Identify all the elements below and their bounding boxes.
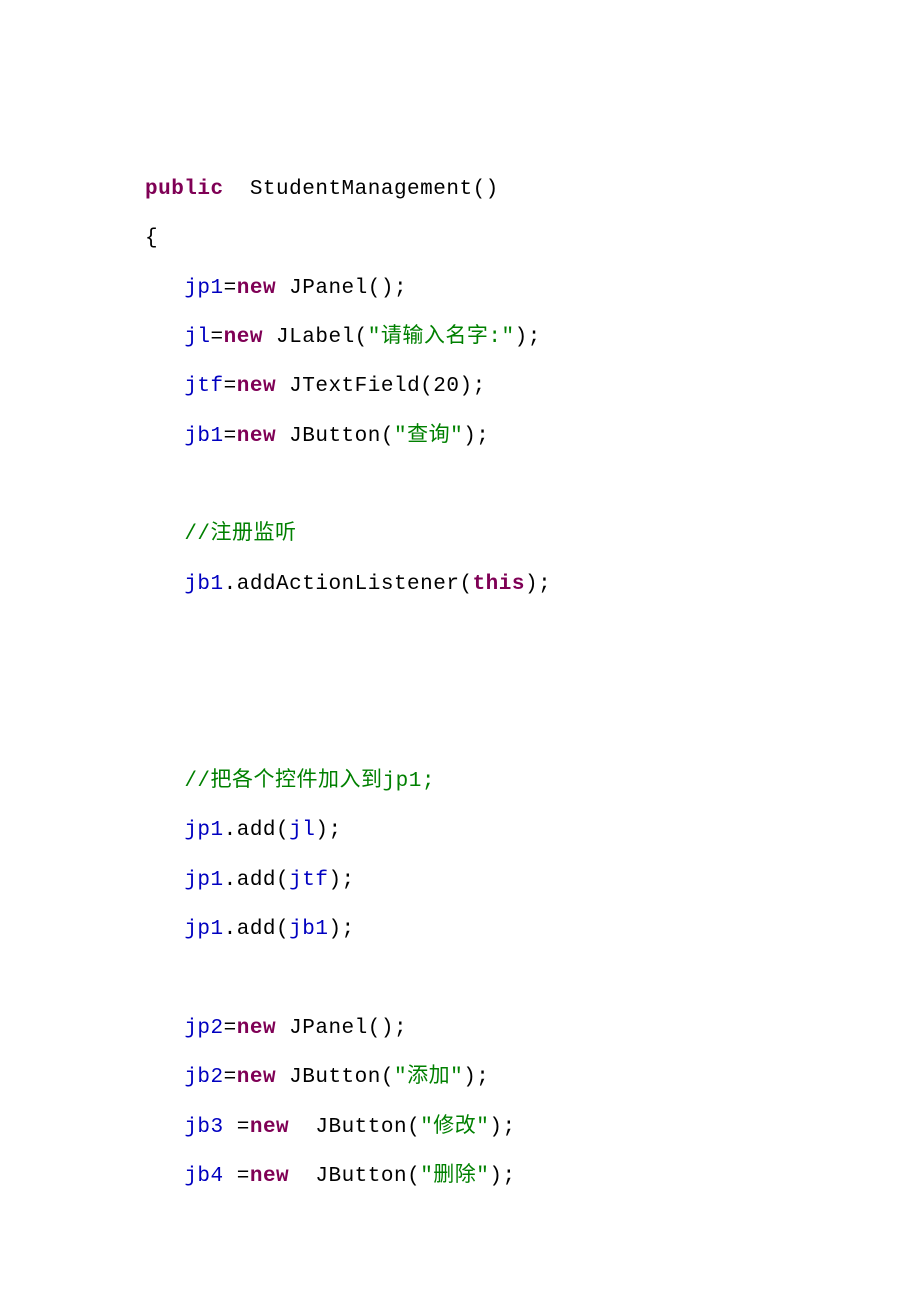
indent <box>145 1066 184 1089</box>
field-jb1: jb1 <box>184 573 223 596</box>
comment: //注册监听 <box>184 523 296 546</box>
indent <box>145 869 184 892</box>
text: JPanel(); <box>276 277 407 300</box>
text: ); <box>489 1165 515 1188</box>
keyword-new: new <box>250 1116 289 1139</box>
text: ); <box>328 918 354 941</box>
text: ); <box>489 1116 515 1139</box>
op: = <box>224 1116 250 1139</box>
string: "修改" <box>420 1116 489 1139</box>
text: StudentManagement() <box>224 178 499 201</box>
text: .add( <box>224 869 290 892</box>
code-block: public StudentManagement() { jp1=new JPa… <box>0 0 920 1261</box>
op: = <box>224 1066 237 1089</box>
keyword-new: new <box>237 375 276 398</box>
text: ); <box>525 573 551 596</box>
text: .addActionListener( <box>224 573 473 596</box>
field-jp1: jp1 <box>184 869 223 892</box>
text: JButton( <box>289 1165 420 1188</box>
text: ); <box>463 425 489 448</box>
text: .add( <box>224 918 290 941</box>
field-jb4: jb4 <box>184 1165 223 1188</box>
op: = <box>224 1165 250 1188</box>
field-jp1: jp1 <box>184 918 223 941</box>
op: = <box>224 425 237 448</box>
op: = <box>211 326 224 349</box>
indent <box>145 819 184 842</box>
indent <box>145 1017 184 1040</box>
field-jp2: jp2 <box>184 1017 223 1040</box>
keyword-public: public <box>145 178 224 201</box>
text: JLabel( <box>263 326 368 349</box>
string: "删除" <box>420 1165 489 1188</box>
indent <box>145 523 184 546</box>
text: ); <box>315 819 341 842</box>
indent <box>145 573 184 596</box>
keyword-new: new <box>237 1017 276 1040</box>
op: = <box>224 375 237 398</box>
field-jb2: jb2 <box>184 1066 223 1089</box>
keyword-new: new <box>224 326 263 349</box>
brace: { <box>145 227 158 250</box>
indent <box>145 1116 184 1139</box>
text: ); <box>463 1066 489 1089</box>
field-jl: jl <box>289 819 315 842</box>
string: "请输入名字:" <box>368 326 515 349</box>
op: = <box>224 1017 237 1040</box>
field-jtf: jtf <box>184 375 223 398</box>
keyword-new: new <box>237 1066 276 1089</box>
indent <box>145 277 184 300</box>
comment: //把各个控件加入到jp1; <box>184 770 435 793</box>
field-jb1: jb1 <box>289 918 328 941</box>
keyword-this: this <box>473 573 525 596</box>
field-jp1: jp1 <box>184 277 223 300</box>
field-jb3: jb3 <box>184 1116 223 1139</box>
text: JPanel(); <box>276 1017 407 1040</box>
text: ); <box>328 869 354 892</box>
field-jl: jl <box>184 326 210 349</box>
text: JButton( <box>276 1066 394 1089</box>
field-jb1: jb1 <box>184 425 223 448</box>
text: ); <box>515 326 541 349</box>
field-jp1: jp1 <box>184 819 223 842</box>
string: "添加" <box>394 1066 463 1089</box>
string: "查询" <box>394 425 463 448</box>
op: = <box>224 277 237 300</box>
text: JTextField(20); <box>276 375 486 398</box>
indent <box>145 770 184 793</box>
text: .add( <box>224 819 290 842</box>
indent <box>145 326 184 349</box>
indent <box>145 1165 184 1188</box>
keyword-new: new <box>250 1165 289 1188</box>
keyword-new: new <box>237 277 276 300</box>
field-jtf: jtf <box>289 869 328 892</box>
indent <box>145 918 184 941</box>
indent <box>145 425 184 448</box>
text: JButton( <box>276 425 394 448</box>
text: JButton( <box>289 1116 420 1139</box>
indent <box>145 375 184 398</box>
keyword-new: new <box>237 425 276 448</box>
